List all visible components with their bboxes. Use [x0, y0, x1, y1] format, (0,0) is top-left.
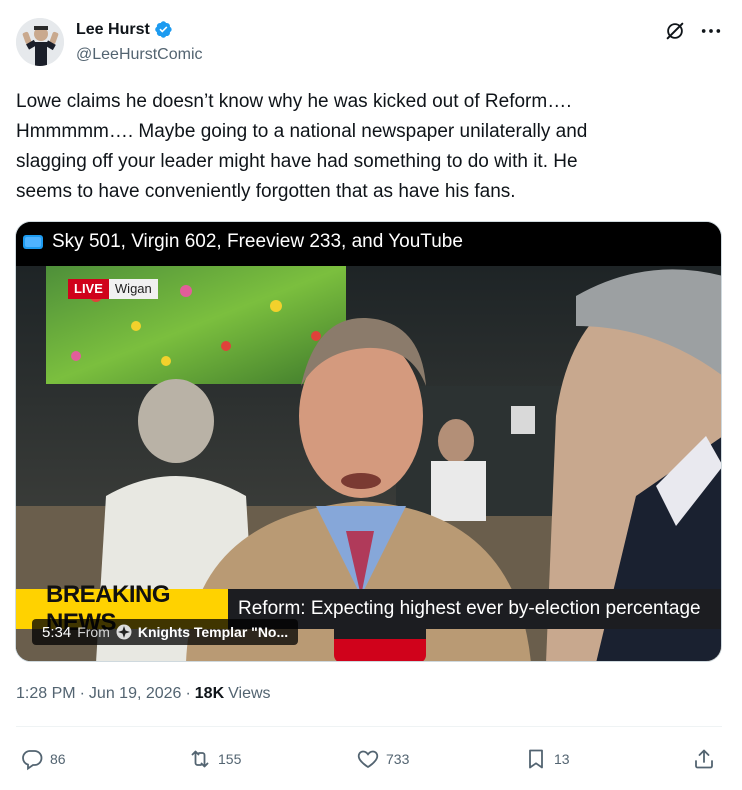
tweet-text: Lowe claims he doesn’t know why he was k… [16, 91, 588, 202]
channel-bar: Sky 501, Virgin 602, Freeview 233, and Y… [16, 222, 721, 262]
bookmark-button[interactable]: 13 [524, 742, 570, 776]
meta-separator: · [79, 685, 85, 702]
verified-badge-icon[interactable] [154, 20, 173, 39]
source-avatar-icon [116, 624, 132, 640]
bookmark-icon [529, 749, 543, 769]
live-label: LIVE [68, 279, 109, 299]
video-duration: 5:34 [42, 623, 72, 641]
breaking-headline: Reform: Expecting highest ever by-electi… [228, 589, 721, 629]
tweet-date[interactable]: Jun 19, 2026 [89, 685, 182, 703]
repost-count: 155 [218, 751, 242, 767]
share-icon [695, 749, 713, 769]
video-frame[interactable]: LIVE Wigan BREAKING NEWS Reform: Expecti… [16, 266, 721, 661]
share-button[interactable] [692, 742, 716, 776]
action-bar: 86 155 733 13 [0, 742, 742, 776]
bookmark-count: 13 [554, 751, 570, 767]
reply-count: 86 [50, 751, 66, 767]
divider [16, 726, 722, 727]
repost-button[interactable]: 155 [188, 742, 241, 776]
views-label: Views [228, 685, 271, 702]
author-display-name[interactable]: Lee Hurst [76, 21, 150, 39]
from-label: From [77, 624, 110, 640]
live-badge: LIVE Wigan [68, 279, 158, 299]
tv-icon [22, 233, 44, 251]
source-name[interactable]: Knights Templar "No... [138, 624, 288, 640]
location-label: Wigan [108, 279, 158, 299]
video-meta-pill[interactable]: 5:34 From Knights Templar "No... [32, 619, 299, 645]
channel-text: Sky 501, Virgin 602, Freeview 233, and Y… [52, 231, 463, 252]
heart-icon [357, 750, 379, 769]
views-count: 18K [194, 685, 225, 702]
author-handle[interactable]: @LeeHurstComic [76, 46, 203, 64]
like-count: 733 [386, 751, 410, 767]
video-player[interactable]: Sky 501, Virgin 602, Freeview 233, and Y… [15, 221, 722, 662]
like-button[interactable]: 733 [356, 742, 409, 776]
reply-icon [22, 750, 43, 771]
grok-icon[interactable] [664, 20, 686, 42]
author-name-row: Lee Hurst [76, 20, 173, 39]
reply-button[interactable]: 86 [20, 742, 66, 776]
repost-icon [191, 750, 209, 768]
more-icon[interactable] [698, 20, 724, 42]
tweet-meta: 1:28 PM · Jun 19, 2026 · 18K Views [16, 685, 271, 703]
meta-separator-2: · [185, 685, 191, 702]
tweet: Lee Hurst @LeeHurstComic Lowe claims he … [0, 0, 742, 790]
avatar[interactable] [16, 18, 64, 66]
tweet-time[interactable]: 1:28 PM [16, 685, 76, 703]
